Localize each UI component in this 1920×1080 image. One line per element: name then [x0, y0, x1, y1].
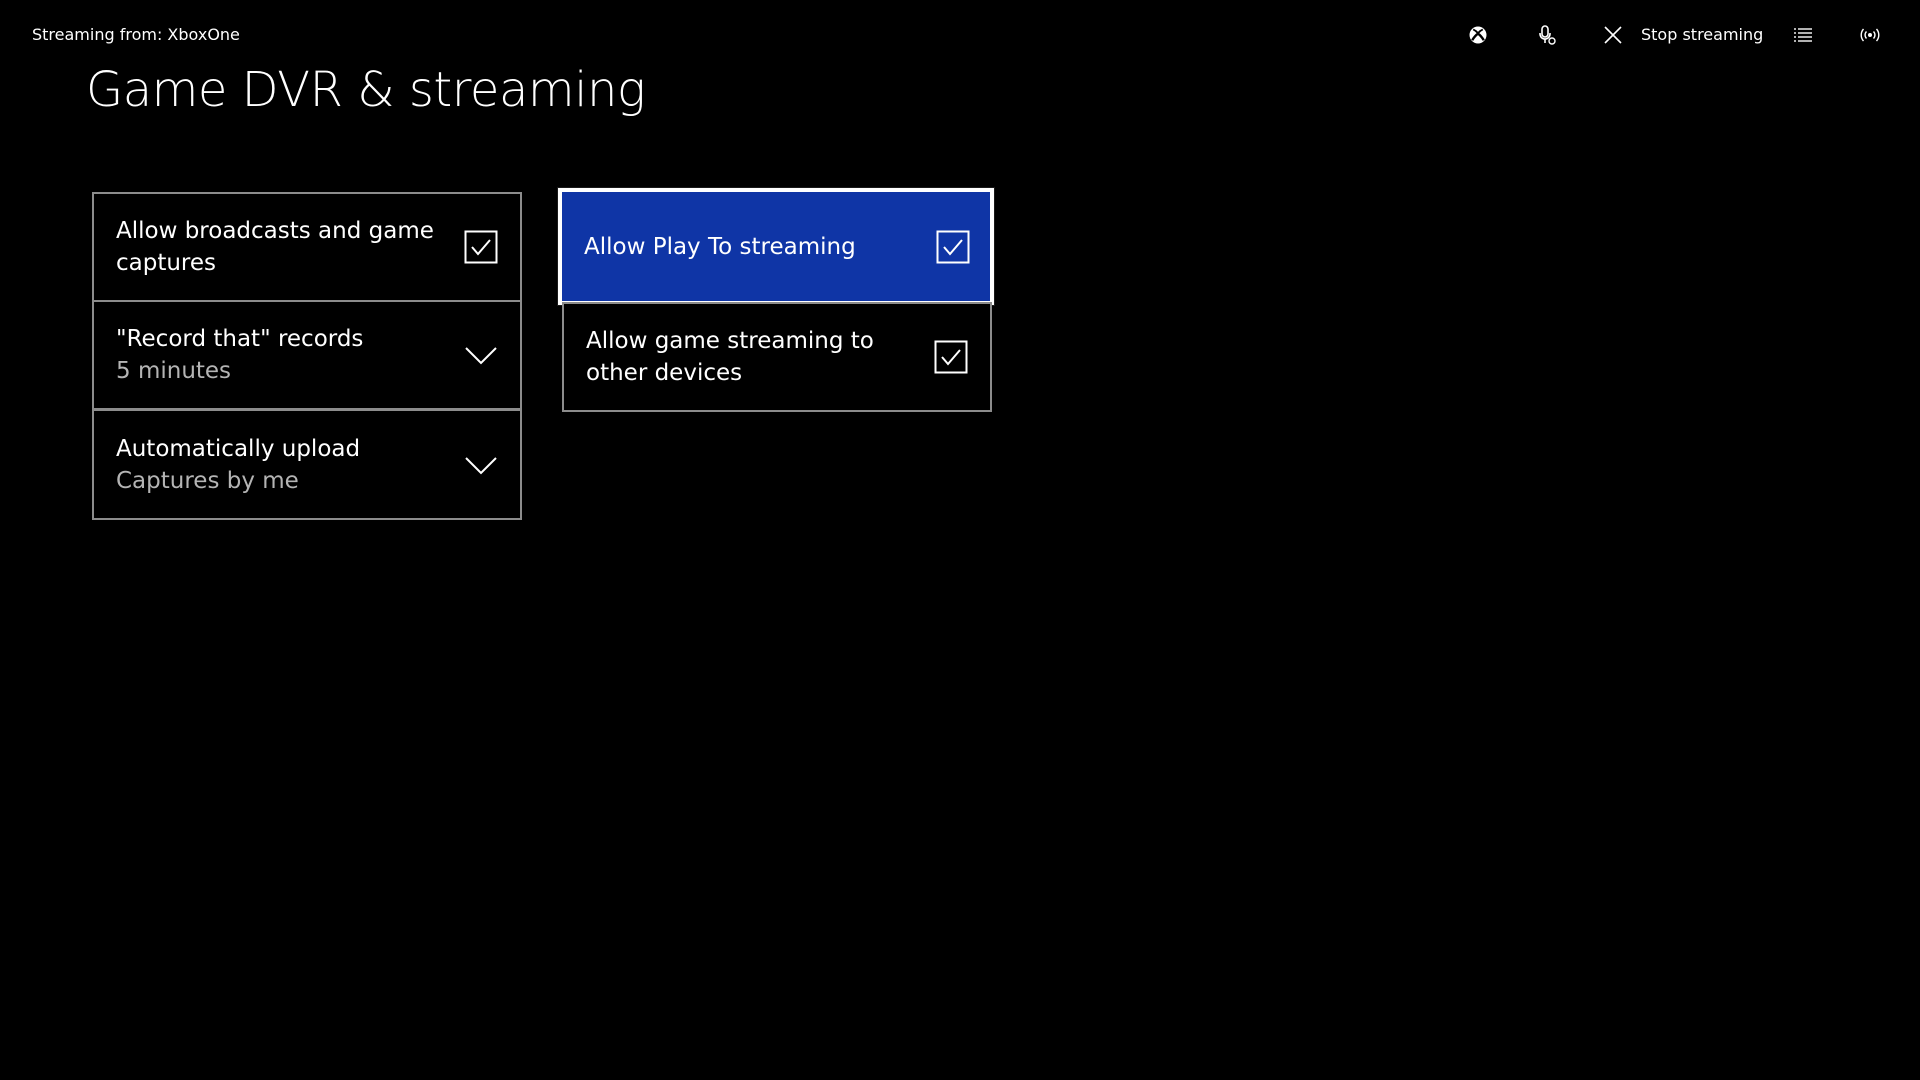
allow-play-to-label: Allow Play To streaming [584, 233, 856, 260]
broadcast-icon[interactable] [1857, 22, 1883, 48]
allow-broadcasts-checkbox-tile[interactable]: Allow broadcasts and game captures [92, 192, 522, 302]
auto-upload-label: Automatically upload [116, 435, 361, 462]
auto-upload-value: Captures by me [116, 467, 299, 494]
close-icon[interactable] [1600, 22, 1626, 48]
chevron-down-icon[interactable] [464, 448, 498, 482]
chevron-down-icon[interactable] [464, 338, 498, 372]
record-that-label: "Record that" records [116, 326, 364, 352]
checkbox-checked-icon[interactable] [464, 230, 498, 264]
checkbox-checked-icon[interactable] [934, 340, 968, 374]
xbox-guide-icon[interactable] [1465, 22, 1491, 48]
allow-broadcasts-label: Allow broadcasts and game captures [116, 218, 434, 276]
streaming-source-label: Streaming from: XboxOne [32, 25, 240, 44]
allow-play-to-checkbox-tile[interactable]: Allow Play To streaming [558, 188, 994, 305]
page-title: Game DVR & streaming [86, 62, 646, 118]
stop-streaming-button[interactable]: Stop streaming [1641, 24, 1763, 46]
kinect-icon[interactable] [1534, 22, 1560, 48]
allow-game-streaming-checkbox-tile[interactable]: Allow game streaming to other devices [562, 302, 992, 412]
checkbox-checked-icon[interactable] [936, 230, 970, 264]
allow-game-streaming-label: Allow game streaming to other devices [586, 328, 874, 386]
auto-upload-dropdown[interactable]: Automatically upload Captures by me [92, 409, 522, 520]
list-icon[interactable] [1790, 22, 1816, 48]
record-that-value: 5 minutes [116, 358, 232, 384]
record-that-dropdown[interactable]: "Record that" records 5 minutes [92, 300, 522, 410]
